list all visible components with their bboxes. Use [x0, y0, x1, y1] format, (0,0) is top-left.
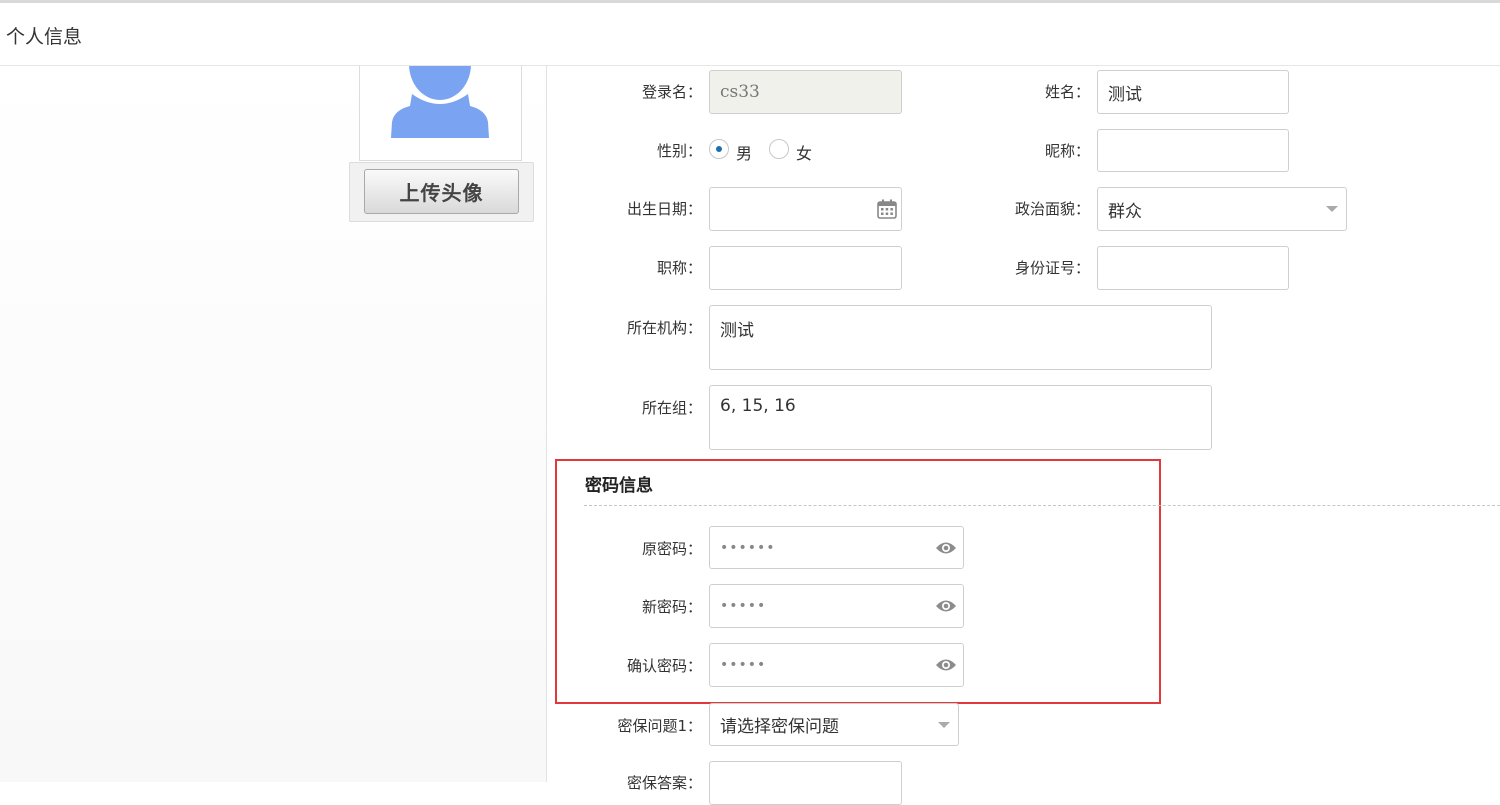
job-title-label: 职称：: [656, 259, 702, 277]
confirm-password-mask: •••••: [720, 657, 767, 673]
gender-label: 性别：: [656, 142, 702, 160]
eye-icon[interactable]: [935, 598, 957, 614]
old-password-field[interactable]: ••••••: [709, 526, 964, 569]
gender-female-label: 女: [796, 144, 813, 163]
security-question-label: 密保问题1：: [617, 717, 702, 735]
id-card-field[interactable]: [1097, 246, 1289, 290]
upload-avatar-container: 上传头像: [349, 162, 534, 222]
eye-icon[interactable]: [935, 540, 957, 556]
nickname-field[interactable]: [1097, 129, 1289, 172]
calendar-icon[interactable]: [876, 198, 898, 220]
job-title-field[interactable]: [709, 246, 902, 290]
group-label: 所在组：: [641, 399, 702, 417]
name-field[interactable]: 测试: [1097, 70, 1289, 114]
login-name-field[interactable]: cs33: [709, 70, 902, 114]
title-bar: 个人信息: [0, 3, 1500, 66]
birthdate-label: 出生日期：: [626, 200, 702, 218]
user-silhouette-icon: [391, 66, 489, 138]
political-status-label: 政治面貌：: [1014, 200, 1090, 218]
page-title: 个人信息: [6, 26, 83, 48]
avatar: [359, 66, 522, 161]
gender-male-label: 男: [736, 144, 753, 163]
nickname-label: 昵称：: [1044, 142, 1090, 160]
old-password-label: 原密码：: [641, 540, 702, 558]
new-password-mask: •••••: [720, 598, 767, 614]
security-answer-field[interactable]: [709, 761, 902, 805]
organization-label: 所在机构：: [626, 319, 702, 337]
upload-avatar-button[interactable]: 上传头像: [364, 169, 519, 214]
gender-male-radio[interactable]: [709, 139, 729, 159]
birthdate-field[interactable]: [709, 187, 902, 231]
organization-field[interactable]: 测试: [709, 305, 1212, 370]
group-field[interactable]: 6, 15, 16: [709, 385, 1212, 450]
old-password-mask: ••••••: [720, 539, 776, 556]
chevron-down-icon: [1326, 206, 1338, 212]
new-password-label: 新密码：: [641, 598, 702, 616]
new-password-field[interactable]: •••••: [709, 584, 964, 628]
name-label: 姓名：: [1044, 83, 1090, 101]
gender-female-radio[interactable]: [769, 139, 789, 159]
chevron-down-icon: [938, 721, 950, 728]
section-divider: [584, 505, 1500, 506]
security-answer-label: 密保答案：: [626, 774, 702, 792]
political-status-value: 群众: [1108, 201, 1142, 222]
login-name-label: 登录名：: [641, 83, 702, 101]
id-card-label: 身份证号：: [1014, 259, 1090, 277]
eye-icon[interactable]: [935, 657, 957, 673]
confirm-password-label: 确认密码：: [626, 657, 702, 675]
confirm-password-field[interactable]: •••••: [709, 643, 964, 687]
security-question-value: 请选择密保问题: [720, 717, 839, 737]
political-status-select[interactable]: 群众: [1097, 187, 1347, 231]
security-question-select[interactable]: 请选择密保问题: [709, 703, 959, 746]
password-section-title: 密码信息: [585, 476, 653, 496]
